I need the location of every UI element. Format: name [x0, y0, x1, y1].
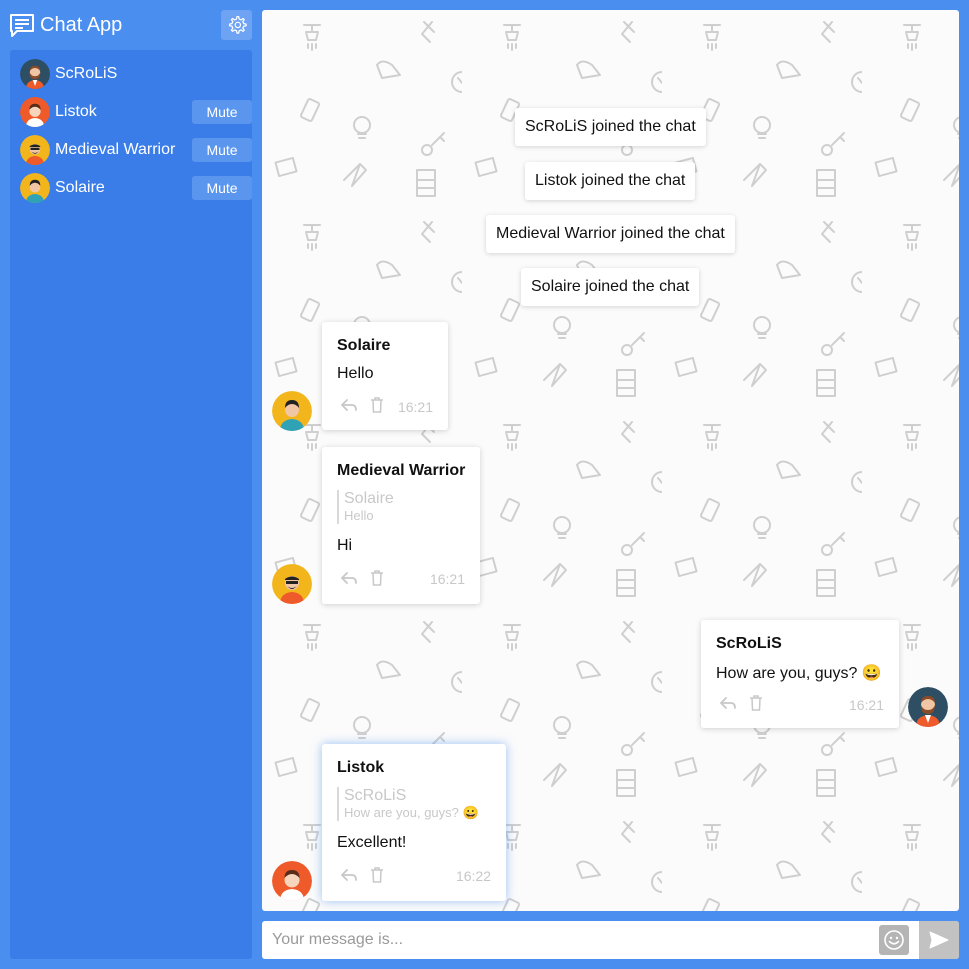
mute-button[interactable]: Mute: [192, 138, 252, 162]
settings-button[interactable]: [221, 10, 252, 40]
message-text: Hello: [337, 365, 374, 382]
reply-text: How are you, guys? 😀: [344, 805, 479, 820]
gear-icon: [228, 16, 247, 34]
message-time: 16:21: [397, 399, 433, 415]
reply-icon[interactable]: [719, 694, 737, 712]
message-input[interactable]: [262, 921, 872, 959]
message-author: Listok: [337, 759, 385, 776]
user-list-item[interactable]: Listok Mute: [20, 96, 252, 128]
reply-text: Hello: [344, 508, 374, 523]
user-name: Solaire: [55, 179, 105, 196]
message-text: Excellent!: [337, 834, 407, 851]
message-card: Listok ScRoLiS How are you, guys? 😀 Exce…: [322, 744, 506, 901]
message-time: 16:22: [455, 868, 491, 884]
reply-quote: ScRoLiS How are you, guys? 😀: [337, 787, 479, 821]
user-list-item[interactable]: ScRoLiS: [20, 58, 242, 90]
user-list-item[interactable]: Medieval Warrior Mute: [20, 134, 252, 166]
avatar: [272, 391, 312, 431]
system-message: Medieval Warrior joined the chat: [486, 215, 735, 253]
chat-bubble-icon: [10, 14, 34, 37]
message-author: Medieval Warrior: [337, 462, 466, 479]
message-time: 16:21: [848, 697, 884, 713]
smiley-icon: [884, 930, 904, 950]
reply-author: ScRoLiS: [344, 787, 407, 804]
avatar: [20, 173, 50, 203]
message-text: How are you, guys? 😀: [716, 665, 882, 682]
message-text: Hi: [337, 537, 353, 554]
user-list-item[interactable]: Solaire Mute: [20, 172, 252, 204]
message-author: Solaire: [337, 337, 391, 354]
app-title: Chat App: [40, 14, 123, 36]
system-message: Listok joined the chat: [525, 162, 696, 200]
message-card: Solaire Hello 16:21: [322, 322, 448, 430]
avatar: [20, 97, 50, 127]
avatar: [20, 135, 50, 165]
emoji-button[interactable]: [879, 925, 909, 955]
send-button[interactable]: [919, 921, 959, 959]
system-message: ScRoLiS joined the chat: [515, 108, 706, 146]
trash-icon[interactable]: [368, 569, 386, 587]
trash-icon[interactable]: [747, 694, 765, 712]
avatar: [272, 861, 312, 901]
mute-button[interactable]: Mute: [192, 176, 252, 200]
message-author: ScRoLiS: [716, 635, 782, 652]
reply-icon[interactable]: [340, 396, 358, 414]
message-card: ScRoLiS How are you, guys? 😀 16:21: [701, 620, 899, 728]
reply-quote: Solaire Hello: [337, 490, 394, 524]
chat-area[interactable]: ScRoLiS joined the chat Listok joined th…: [262, 10, 959, 911]
trash-icon[interactable]: [368, 866, 386, 884]
reply-author: Solaire: [344, 490, 394, 507]
reply-icon[interactable]: [340, 866, 358, 884]
mute-button[interactable]: Mute: [192, 100, 252, 124]
send-icon: [929, 931, 949, 949]
user-name: Listok: [55, 103, 97, 120]
message-time: 16:21: [429, 571, 465, 587]
message-input-bar: [262, 921, 959, 959]
trash-icon[interactable]: [368, 396, 386, 414]
sidebar-header: Chat App: [0, 0, 262, 50]
message-card: Medieval Warrior Solaire Hello Hi 16:21: [322, 447, 480, 604]
user-name: ScRoLiS: [55, 65, 118, 82]
avatar: [20, 59, 50, 89]
user-list-panel: ScRoLiS Listok Mute Medieval Warrior Mut…: [10, 50, 252, 959]
reply-icon[interactable]: [340, 569, 358, 587]
avatar: [908, 687, 948, 727]
user-name: Medieval Warrior: [55, 141, 176, 158]
system-message: Solaire joined the chat: [521, 268, 700, 306]
avatar: [272, 564, 312, 604]
